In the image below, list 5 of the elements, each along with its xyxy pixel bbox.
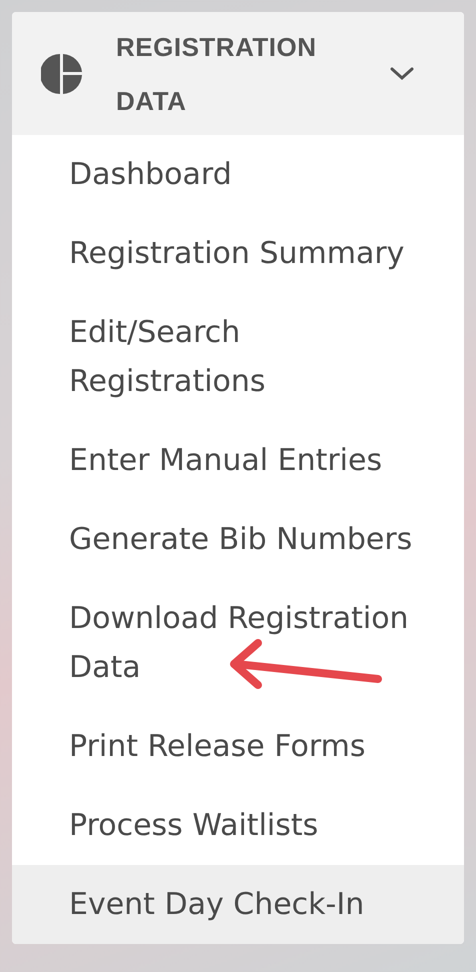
menu-title: REGISTRATION DATA bbox=[116, 30, 318, 118]
menu-item[interactable]: Event Day Check-In bbox=[12, 865, 464, 944]
menu-header[interactable]: REGISTRATION DATA bbox=[12, 12, 464, 135]
chevron-icon bbox=[390, 66, 414, 80]
pie-chart-icon bbox=[41, 52, 83, 94]
